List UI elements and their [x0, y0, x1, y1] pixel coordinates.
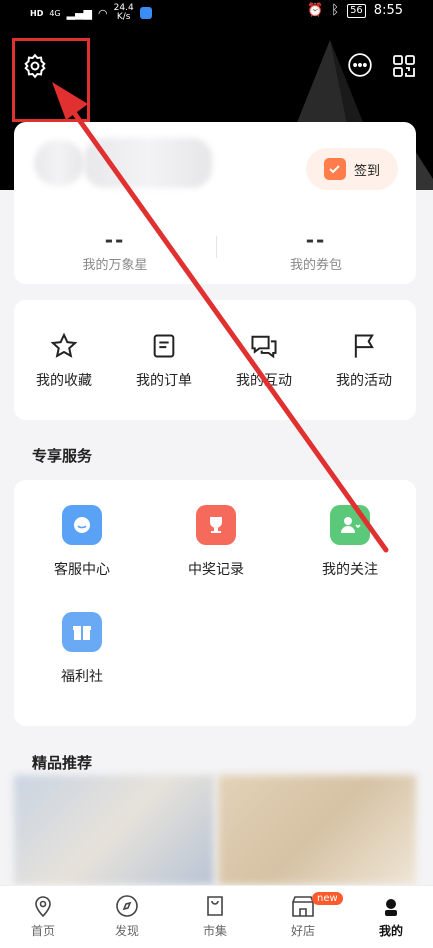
profile-dot-icon	[385, 899, 397, 916]
tab-shops-label: 好店	[290, 924, 315, 938]
tab-home[interactable]: 首页	[0, 894, 86, 939]
location-pin-icon	[35, 896, 51, 918]
tab-market-label: 市集	[202, 924, 227, 938]
tab-discover-label: 发现	[114, 924, 139, 938]
shopping-bag-icon	[207, 896, 223, 916]
tab-me[interactable]: 我的	[348, 894, 433, 939]
tab-bar: 首页 发现 市集 好店 我的	[0, 885, 433, 948]
tab-home-label: 首页	[30, 924, 55, 938]
new-badge: new	[312, 892, 343, 905]
tab-me-label: 我的	[378, 924, 403, 938]
tab-discover[interactable]: 发现	[84, 894, 170, 939]
compass-icon	[116, 895, 138, 917]
annotation-arrow	[52, 82, 389, 553]
tab-market[interactable]: 市集	[172, 894, 258, 939]
